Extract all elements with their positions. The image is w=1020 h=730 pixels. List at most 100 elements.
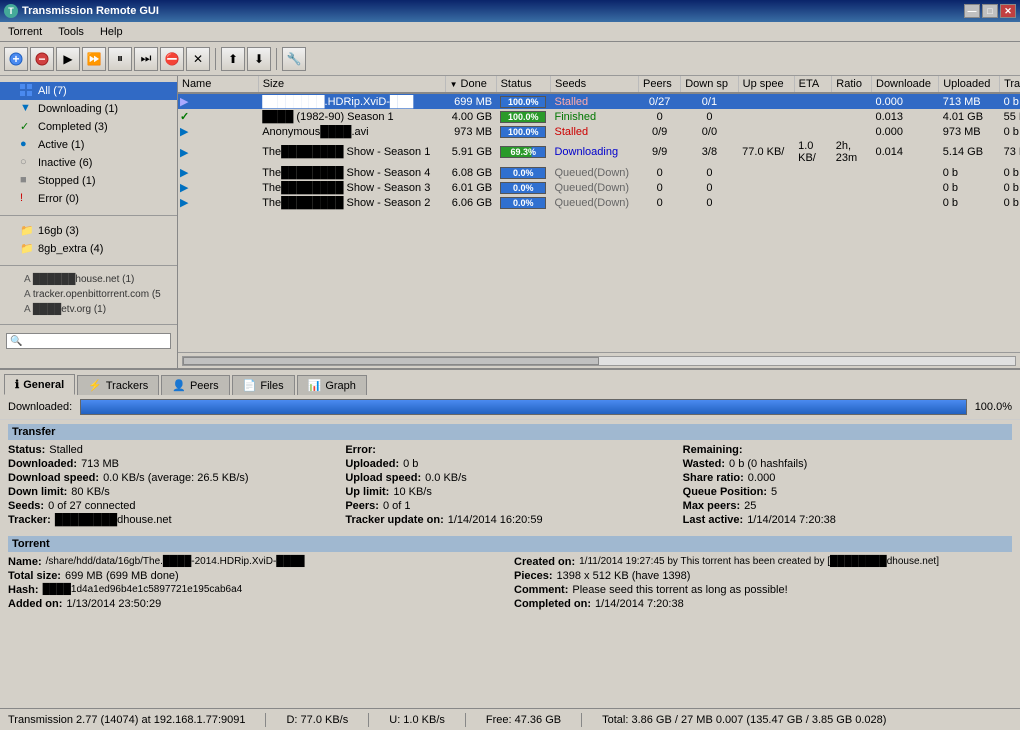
transfer-col2: Error: Uploaded: 0 b Upload speed: 0.0 K… bbox=[345, 444, 674, 528]
col-header-uploaded[interactable]: Uploaded bbox=[939, 76, 1000, 93]
titlebar-controls[interactable]: — □ ✕ bbox=[964, 4, 1016, 18]
comment-row: Comment: Please seed this torrent as lon… bbox=[514, 584, 1012, 596]
tab-peers[interactable]: 👤 Peers bbox=[161, 375, 229, 395]
pieces-value: 1398 x 512 KB (have 1398) bbox=[557, 570, 691, 582]
col-header-downloaded[interactable]: Downloade bbox=[872, 76, 939, 93]
completed-row: Completed on: 1/14/2014 7:20:38 bbox=[514, 598, 1012, 610]
minimize-button[interactable]: — bbox=[964, 4, 980, 18]
maximize-button[interactable]: □ bbox=[982, 4, 998, 18]
preferences-button[interactable]: 🔧 bbox=[282, 47, 306, 71]
torrent-downloaded-cell: 5.14 GB bbox=[939, 139, 1000, 165]
torrent-downloaded-cell: 973 MB bbox=[939, 124, 1000, 139]
torrent-uploaded-cell: 0 b bbox=[1000, 93, 1020, 109]
col-header-ratio[interactable]: Ratio bbox=[832, 76, 872, 93]
start-all-button[interactable]: ⏩ bbox=[82, 47, 106, 71]
table-row[interactable]: ▶Anonymous████.avi973 MB100.0%Stalled0/9… bbox=[178, 124, 1020, 139]
remove-torrent-button[interactable]: − bbox=[30, 47, 54, 71]
torrent-status-cell: Queued(Down) bbox=[550, 180, 638, 195]
hscroll-track[interactable] bbox=[182, 356, 1016, 366]
download-icon: ▼ bbox=[20, 102, 34, 116]
delete-button[interactable]: ✕ bbox=[186, 47, 210, 71]
remaining-row: Remaining: bbox=[683, 444, 1012, 456]
pause-button[interactable]: ⏸ bbox=[108, 47, 132, 71]
sidebar-tracker-1[interactable]: A ██████house.net (1) bbox=[0, 272, 177, 287]
table-row[interactable]: ▶The████████ Show - Season 15.91 GB69.3%… bbox=[178, 139, 1020, 165]
files-tab-label: Files bbox=[260, 380, 283, 392]
col-header-status[interactable]: Status bbox=[496, 76, 550, 93]
table-row[interactable]: ▶████████.HDRip.XviD-███699 MB100.0%Stal… bbox=[178, 93, 1020, 109]
tab-general[interactable]: ℹ General bbox=[4, 374, 75, 395]
table-row[interactable]: ▶The████████ Show - Season 26.06 GB0.0%Q… bbox=[178, 195, 1020, 210]
download-progress-fill bbox=[81, 400, 965, 414]
max-peers-row: Max peers: 25 bbox=[683, 500, 1012, 512]
menu-help[interactable]: Help bbox=[96, 25, 127, 39]
torrent-down-cell bbox=[738, 93, 794, 109]
torrent-uploaded-cell: 0 b bbox=[1000, 124, 1020, 139]
toolbar-separator-1 bbox=[215, 48, 216, 70]
sidebar-item-active[interactable]: ● Active (1) bbox=[0, 136, 177, 154]
menu-torrent[interactable]: Torrent bbox=[4, 25, 46, 39]
start-button[interactable]: ▶ bbox=[56, 47, 80, 71]
torrent-up-cell bbox=[794, 180, 832, 195]
move-up-button[interactable]: ⬆ bbox=[221, 47, 245, 71]
search-icon: 🔍 bbox=[10, 336, 22, 347]
sidebar-folder-8gb[interactable]: 📁 8gb_extra (4) bbox=[0, 240, 177, 258]
tab-trackers[interactable]: ⚡ Trackers bbox=[77, 375, 159, 395]
col-header-up[interactable]: Up spee bbox=[738, 76, 794, 93]
col-header-seeds[interactable]: Seeds bbox=[550, 76, 638, 93]
trackers-tab-label: Trackers bbox=[106, 380, 148, 392]
sidebar-item-downloading[interactable]: ▼ Downloading (1) bbox=[0, 100, 177, 118]
search-input[interactable] bbox=[22, 335, 152, 347]
table-row[interactable]: ▶The████████ Show - Season 46.08 GB0.0%Q… bbox=[178, 165, 1020, 180]
table-row[interactable]: ▶The████████ Show - Season 36.01 GB0.0%Q… bbox=[178, 180, 1020, 195]
close-button[interactable]: ✕ bbox=[1000, 4, 1016, 18]
pause-all-button[interactable]: ⏭ bbox=[134, 47, 158, 71]
col-header-done[interactable]: ▼ Done bbox=[445, 76, 496, 93]
graph-tab-icon: 📊 bbox=[308, 379, 322, 392]
tab-graph[interactable]: 📊 Graph bbox=[297, 375, 367, 395]
torrent-seeds-cell: 0 bbox=[639, 195, 681, 210]
sidebar-error-label: Error (0) bbox=[38, 193, 79, 205]
sidebar-item-inactive[interactable]: ○ Inactive (6) bbox=[0, 154, 177, 172]
app-title: Transmission Remote GUI bbox=[22, 5, 159, 17]
torrent-peers-cell: 0 bbox=[681, 195, 738, 210]
tab-files[interactable]: 📄 Files bbox=[232, 375, 295, 395]
sidebar-item-stopped[interactable]: ■ Stopped (1) bbox=[0, 172, 177, 190]
dl-speed-row: Download speed: 0.0 KB/s (average: 26.5 … bbox=[8, 472, 337, 484]
col-header-eta[interactable]: ETA bbox=[794, 76, 832, 93]
col-header-down[interactable]: Down sp bbox=[681, 76, 738, 93]
col-header-peers[interactable]: Peers bbox=[639, 76, 681, 93]
folder-icon-2: 📁 bbox=[20, 242, 34, 256]
tracker-label: Tracker: bbox=[8, 514, 51, 526]
sidebar-item-error[interactable]: ! Error (0) bbox=[0, 190, 177, 208]
torrent-size-cell: 4.00 GB bbox=[445, 109, 496, 124]
table-row[interactable]: ✓████ (1982-90) Season 14.00 GB100.0%Fin… bbox=[178, 109, 1020, 124]
down-speed: D: 77.0 KB/s bbox=[286, 714, 348, 726]
down-limit-value: 80 KB/s bbox=[71, 486, 110, 498]
col-header-size[interactable]: Size bbox=[258, 76, 445, 93]
hscroll-thumb[interactable] bbox=[183, 357, 599, 365]
sidebar-tracker-3[interactable]: A ████etv.org (1) bbox=[0, 302, 177, 317]
sidebar-folder-16gb[interactable]: 📁 16gb (3) bbox=[0, 222, 177, 240]
tracker-3-label: ████etv.org (1) bbox=[33, 304, 106, 315]
sidebar-item-completed[interactable]: ✓ Completed (3) bbox=[0, 118, 177, 136]
menu-tools[interactable]: Tools bbox=[54, 25, 88, 39]
torrent-name-row: Name: /share/hdd/data/16gb/The.████-2014… bbox=[8, 556, 506, 568]
torrent-eta-cell bbox=[832, 124, 872, 139]
torrent-seeds-cell: 0 bbox=[639, 165, 681, 180]
add-torrent-button[interactable]: + bbox=[4, 47, 28, 71]
sidebar-tracker-2[interactable]: A tracker.openbittorrent.com (5 bbox=[0, 287, 177, 302]
torrent-peers-cell: 0 bbox=[681, 180, 738, 195]
stop-button[interactable]: ⛔ bbox=[160, 47, 184, 71]
move-down-button[interactable]: ⬇ bbox=[247, 47, 271, 71]
detail-tabs: ℹ General ⚡ Trackers 👤 Peers 📄 Files 📊 G… bbox=[0, 370, 1020, 395]
comment-value: Please seed this torrent as long as poss… bbox=[572, 584, 787, 596]
tracker-1-icon: A bbox=[24, 274, 30, 285]
wasted-row: Wasted: 0 b (0 hashfails) bbox=[683, 458, 1012, 470]
torrent-downloaded-cell: 4.01 GB bbox=[939, 109, 1000, 124]
torrent-name-cell: Anonymous████.avi bbox=[258, 124, 445, 139]
peers-row: Peers: 0 of 1 bbox=[345, 500, 674, 512]
sidebar-item-all[interactable]: All (7) bbox=[0, 82, 177, 100]
col-header-track[interactable]: Track bbox=[1000, 76, 1020, 93]
col-header-name[interactable]: Name bbox=[178, 76, 258, 93]
